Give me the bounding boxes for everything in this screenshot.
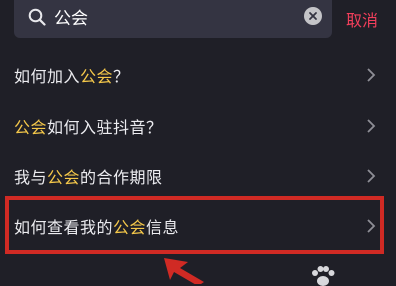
list-item-label: 如何查看我的公会信息 [14,214,179,238]
search-input[interactable] [54,2,294,30]
label-part: ？ [113,67,130,86]
search-bar: 取消 [0,0,396,38]
search-box[interactable] [14,0,332,38]
keyword-highlight: 公会 [14,118,48,137]
chevron-right-icon [367,219,376,233]
clear-icon[interactable] [304,7,322,25]
list-item-label: 如何加入公会？ [14,63,130,87]
label-part: 信息 [146,218,180,237]
list-item[interactable]: 我与公会的合作期限 [0,151,396,201]
label-part: 如何加入 [14,67,81,86]
list-item-label: 公会如何入驻抖音？ [14,114,163,138]
chevron-right-icon [367,68,376,82]
chevron-right-icon [367,119,376,133]
label-part: 如何查看我的 [14,218,114,237]
list-item-label: 我与公会的合作期限 [14,164,163,188]
paw-icon [312,266,335,286]
list-item[interactable]: 如何查看我的公会信息 [0,201,396,251]
keyword-highlight: 公会 [113,218,147,237]
cancel-button[interactable]: 取消 [346,7,378,31]
label-part: 的合作期限 [80,168,163,187]
label-part: 如何入驻抖音？ [47,118,163,137]
annotation-arrow [164,258,204,284]
list-item[interactable]: 如何加入公会？ [0,50,396,100]
search-icon [28,8,46,26]
label-part: 我与 [14,168,48,187]
list-item[interactable]: 公会如何入驻抖音？ [0,101,396,151]
keyword-highlight: 公会 [47,168,81,187]
keyword-highlight: 公会 [80,67,114,86]
chevron-right-icon [367,169,376,183]
